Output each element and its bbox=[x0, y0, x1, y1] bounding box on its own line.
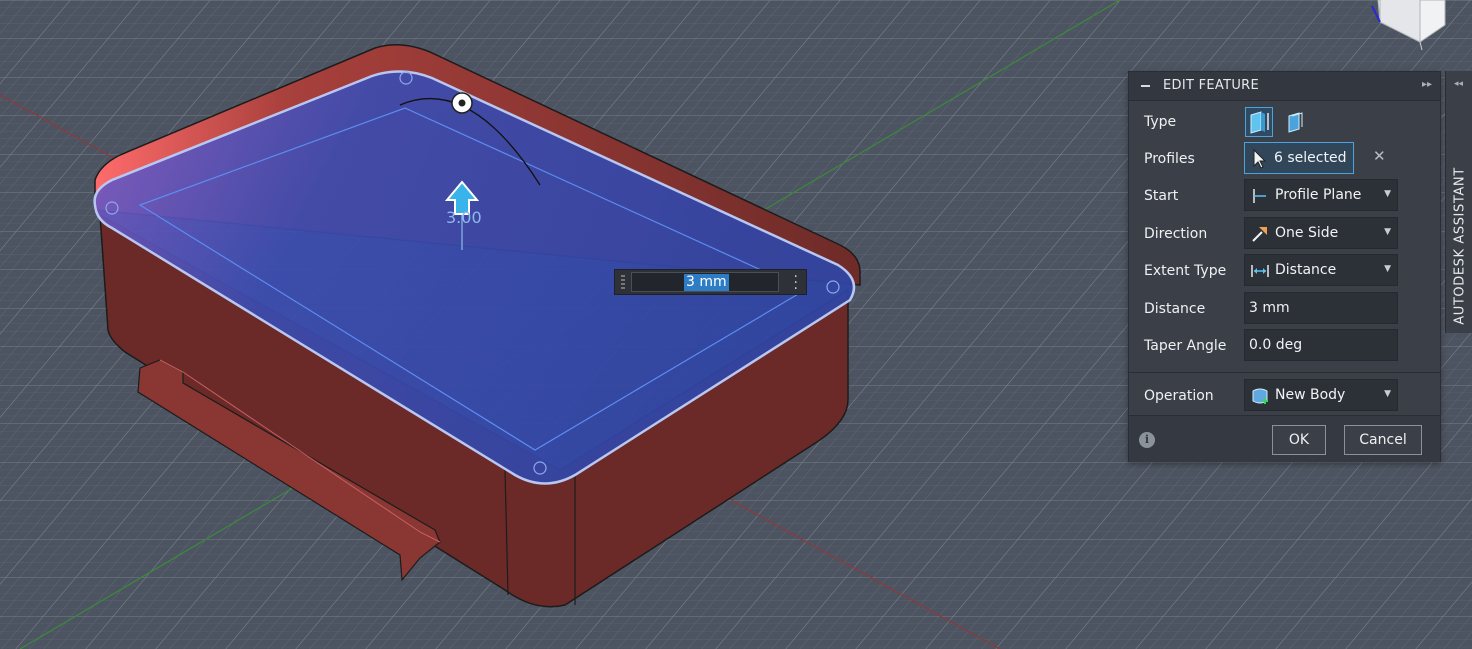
row-extent-type: Extent Type Distance ▼ bbox=[1129, 252, 1440, 289]
distance-inline-value[interactable]: 3 mm bbox=[684, 274, 729, 291]
taper-angle-handle-icon[interactable] bbox=[451, 92, 473, 114]
clear-selection-icon[interactable]: ✕ bbox=[1373, 147, 1386, 165]
row-profiles: Profiles 6 selected ✕ bbox=[1129, 140, 1440, 177]
direction-value: One Side bbox=[1275, 225, 1339, 241]
chevron-down-icon: ▼ bbox=[1384, 389, 1391, 399]
distance-icon bbox=[1251, 265, 1269, 277]
start-value: Profile Plane bbox=[1275, 187, 1362, 203]
collapse-icon[interactable] bbox=[1141, 85, 1150, 87]
drag-grip-icon[interactable] bbox=[621, 275, 625, 289]
start-dropdown[interactable]: Profile Plane ▼ bbox=[1244, 179, 1398, 211]
chevron-down-icon: ▼ bbox=[1384, 189, 1391, 199]
type-label: Type bbox=[1144, 114, 1177, 130]
extrude-solid-type-icon[interactable] bbox=[1245, 107, 1273, 137]
edit-feature-dialog: EDIT FEATURE ▸▸ Type Profiles 6 selected… bbox=[1128, 71, 1441, 462]
cursor-arrow-icon bbox=[1253, 149, 1267, 169]
chevron-down-icon: ▼ bbox=[1384, 264, 1391, 274]
autodesk-assistant-label: AUTODESK ASSISTANT bbox=[1452, 167, 1468, 325]
distance-inline-input[interactable]: 3 mm · · · bbox=[614, 269, 807, 296]
profile-plane-icon bbox=[1253, 189, 1266, 203]
row-direction: Direction One Side ▼ bbox=[1129, 215, 1440, 252]
dialog-title: EDIT FEATURE bbox=[1163, 78, 1260, 93]
distance-label: Distance bbox=[1144, 301, 1206, 317]
dialog-header[interactable]: EDIT FEATURE ▸▸ bbox=[1129, 72, 1440, 101]
operation-value: New Body bbox=[1275, 387, 1346, 403]
extent-type-value: Distance bbox=[1275, 262, 1337, 278]
taper-angle-input[interactable]: 0.0 deg bbox=[1244, 329, 1398, 361]
distance-input[interactable]: 3 mm bbox=[1244, 292, 1398, 324]
expand-icon[interactable]: ▸▸ bbox=[1422, 79, 1432, 90]
profiles-value: 6 selected bbox=[1274, 150, 1347, 166]
row-type: Type bbox=[1129, 103, 1440, 140]
direction-dropdown[interactable]: One Side ▼ bbox=[1244, 217, 1398, 249]
extent-type-dropdown[interactable]: Distance ▼ bbox=[1244, 254, 1398, 286]
extent-type-label: Extent Type bbox=[1144, 263, 1227, 279]
operation-label: Operation bbox=[1144, 388, 1214, 404]
expand-left-icon[interactable]: ◂◂ bbox=[1454, 79, 1463, 89]
distance-inline-field[interactable]: 3 mm bbox=[631, 272, 779, 292]
row-operation: Operation New Body ▼ bbox=[1129, 377, 1440, 414]
row-distance: Distance 3 mm bbox=[1129, 290, 1440, 327]
chevron-down-icon: ▼ bbox=[1384, 227, 1391, 237]
extrude-thin-type-icon[interactable] bbox=[1283, 107, 1311, 137]
divider bbox=[1129, 372, 1440, 373]
profiles-label: Profiles bbox=[1144, 151, 1195, 167]
new-body-icon bbox=[1252, 388, 1268, 404]
dialog-footer: i OK Cancel bbox=[1129, 415, 1440, 462]
direction-label: Direction bbox=[1144, 226, 1208, 242]
operation-dropdown[interactable]: New Body ▼ bbox=[1244, 379, 1398, 411]
profiles-select-button[interactable]: 6 selected bbox=[1244, 142, 1354, 174]
autodesk-assistant-tab[interactable]: ◂◂ AUTODESK ASSISTANT bbox=[1445, 71, 1472, 333]
dimension-label: 3.00 bbox=[446, 208, 482, 227]
row-start: Start Profile Plane ▼ bbox=[1129, 177, 1440, 214]
more-options-icon[interactable]: · · · bbox=[794, 270, 798, 296]
info-icon[interactable]: i bbox=[1139, 432, 1155, 448]
cancel-button[interactable]: Cancel bbox=[1344, 425, 1422, 455]
ok-button[interactable]: OK bbox=[1272, 425, 1326, 455]
start-label: Start bbox=[1144, 188, 1179, 204]
one-side-icon bbox=[1252, 227, 1267, 242]
row-taper-angle: Taper Angle 0.0 deg bbox=[1129, 327, 1440, 364]
taper-angle-label: Taper Angle bbox=[1144, 338, 1227, 354]
